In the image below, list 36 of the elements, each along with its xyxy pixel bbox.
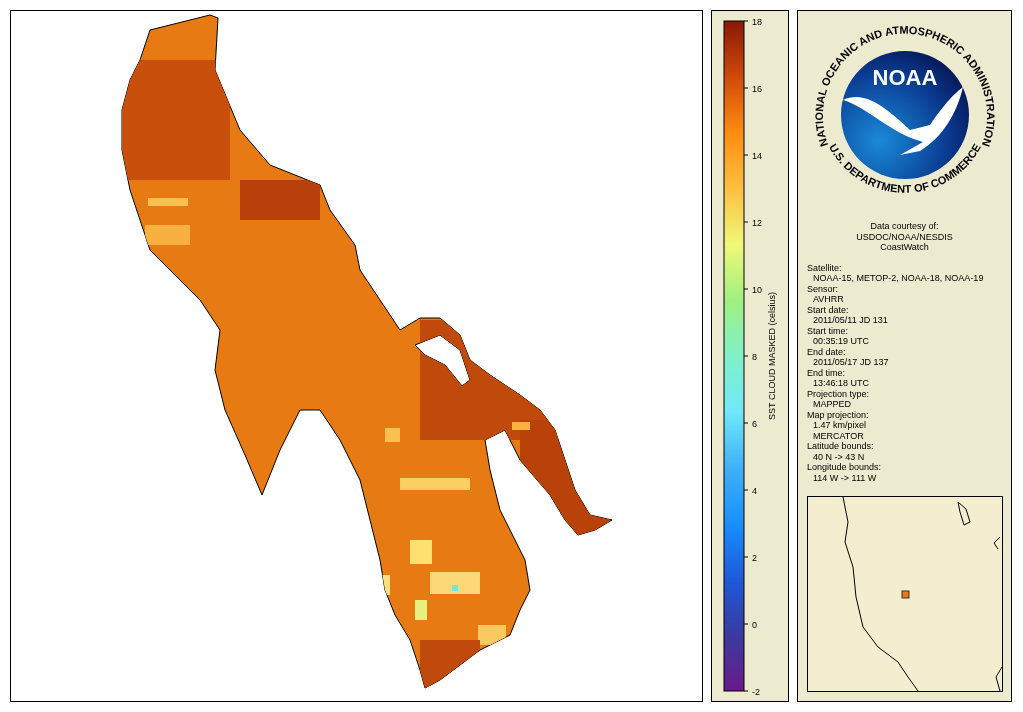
scale-tick-label: 8 bbox=[752, 351, 757, 362]
scale-tick-label: 14 bbox=[752, 150, 762, 161]
scale-tick-label: 4 bbox=[752, 485, 757, 496]
scale-tick-label: 10 bbox=[752, 284, 762, 295]
field-label: Start date: bbox=[807, 304, 850, 315]
field-value: 114 W -> 111 W bbox=[812, 472, 878, 483]
field-value: MAPPED bbox=[812, 399, 852, 410]
credit-text: CoastWatch bbox=[880, 242, 929, 253]
field-label: Sensor: bbox=[807, 283, 840, 294]
field-value: 40 N -> 43 N bbox=[812, 451, 866, 462]
field-label: End date: bbox=[807, 346, 847, 357]
scale-tick-label: 0 bbox=[752, 619, 757, 630]
field-value: 00:35:19 UTC bbox=[812, 336, 871, 347]
field-label: Projection type: bbox=[807, 388, 871, 399]
scale-title: SST CLOUD MASKED (celsius) bbox=[767, 292, 777, 420]
field-value: NOAA-15, METOP-2, NOAA-18, NOAA-19 bbox=[812, 273, 985, 284]
scale-tick-label: 18 bbox=[752, 16, 762, 27]
scale-tick-label: 12 bbox=[752, 217, 762, 228]
field-label: Latitude bounds: bbox=[807, 441, 875, 452]
field-value: MERCATOR bbox=[812, 430, 865, 441]
field-value: 1.47 km/pixel bbox=[812, 420, 868, 431]
field-label: End time: bbox=[807, 367, 847, 378]
scale-tick-label: 16 bbox=[752, 83, 762, 94]
field-label: Start time: bbox=[807, 325, 849, 336]
field-value: AVHRR bbox=[812, 294, 845, 305]
scale-tick-label: -2 bbox=[752, 686, 760, 697]
field-label: Satellite: bbox=[807, 262, 843, 273]
credit-text: USDOC/NOAA/NESDIS bbox=[856, 231, 953, 242]
scale-tick-label: 6 bbox=[752, 418, 757, 429]
field-label: Longitude bounds: bbox=[807, 462, 883, 473]
credit-text: Data courtesy of: bbox=[870, 221, 939, 232]
scale-tick-label: 2 bbox=[752, 552, 757, 563]
field-value: 2011/05/11 JD 131 bbox=[812, 315, 889, 326]
field-value: 13:46:18 UTC bbox=[812, 378, 871, 389]
field-label: Map projection: bbox=[807, 409, 870, 420]
field-value: 2011/05/17 JD 137 bbox=[812, 357, 890, 368]
